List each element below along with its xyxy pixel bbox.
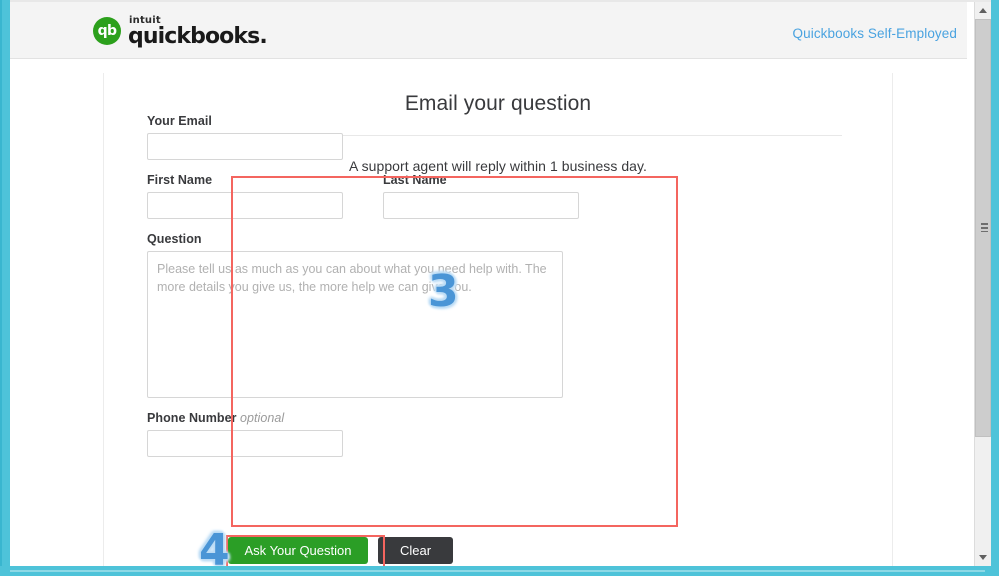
site-header: qb intuit quickbooks. Quickbooks Self-Em…: [10, 2, 967, 59]
last-name-group: Last Name: [383, 173, 579, 219]
scroll-up-button[interactable]: [975, 2, 991, 19]
email-label: Your Email: [147, 114, 212, 128]
quickbooks-logo[interactable]: qb intuit quickbooks.: [93, 12, 268, 50]
brand-wordmark: intuit quickbooks.: [128, 16, 268, 49]
question-textarea[interactable]: [147, 251, 563, 398]
scroll-down-button[interactable]: [975, 549, 991, 566]
window-left-frame: [0, 0, 10, 576]
first-name-input[interactable]: [147, 192, 343, 219]
form-actions: Ask Your Question Clear: [228, 537, 453, 564]
chevron-up-icon: [979, 8, 987, 13]
last-name-label: Last Name: [383, 173, 447, 187]
support-request-form: Your Email First Name Last Name Question…: [147, 114, 587, 457]
quickbooks-self-employed-link[interactable]: Quickbooks Self-Employed: [793, 26, 957, 41]
quickbooks-wordmark: quickbooks.: [128, 24, 268, 49]
scrollbar-thumb[interactable]: [975, 19, 991, 437]
last-name-input[interactable]: [383, 192, 579, 219]
window-bottom-highlight: [10, 570, 985, 572]
qb-glyph: qb: [97, 23, 117, 39]
question-group: Question: [147, 232, 587, 398]
phone-group: Phone Number optional: [147, 411, 587, 457]
browser-window: qb intuit quickbooks. Quickbooks Self-Em…: [0, 0, 999, 576]
first-name-label: First Name: [147, 173, 213, 187]
ask-your-question-button[interactable]: Ask Your Question: [228, 537, 368, 564]
first-name-group: First Name: [147, 173, 343, 219]
window-bottom-frame: [0, 566, 999, 576]
chevron-down-icon: [979, 555, 987, 560]
scrollbar-track-lower[interactable]: [975, 437, 991, 549]
name-row: First Name Last Name: [147, 173, 587, 219]
page-viewport: qb intuit quickbooks. Quickbooks Self-Em…: [10, 2, 967, 566]
intuit-qb-circle-icon: qb: [93, 17, 121, 45]
phone-optional-text: optional: [240, 411, 285, 425]
phone-label: Phone Number optional: [147, 411, 587, 425]
phone-label-text: Phone Number: [147, 411, 237, 425]
email-input[interactable]: [147, 133, 343, 160]
question-label: Question: [147, 232, 202, 246]
page-title: Email your question: [404, 92, 592, 115]
scrollbar-grip-icon: [981, 223, 988, 232]
phone-input[interactable]: [147, 430, 343, 457]
clear-button[interactable]: Clear: [378, 537, 453, 564]
vertical-scrollbar[interactable]: [974, 2, 991, 566]
window-right-frame: [991, 0, 999, 576]
